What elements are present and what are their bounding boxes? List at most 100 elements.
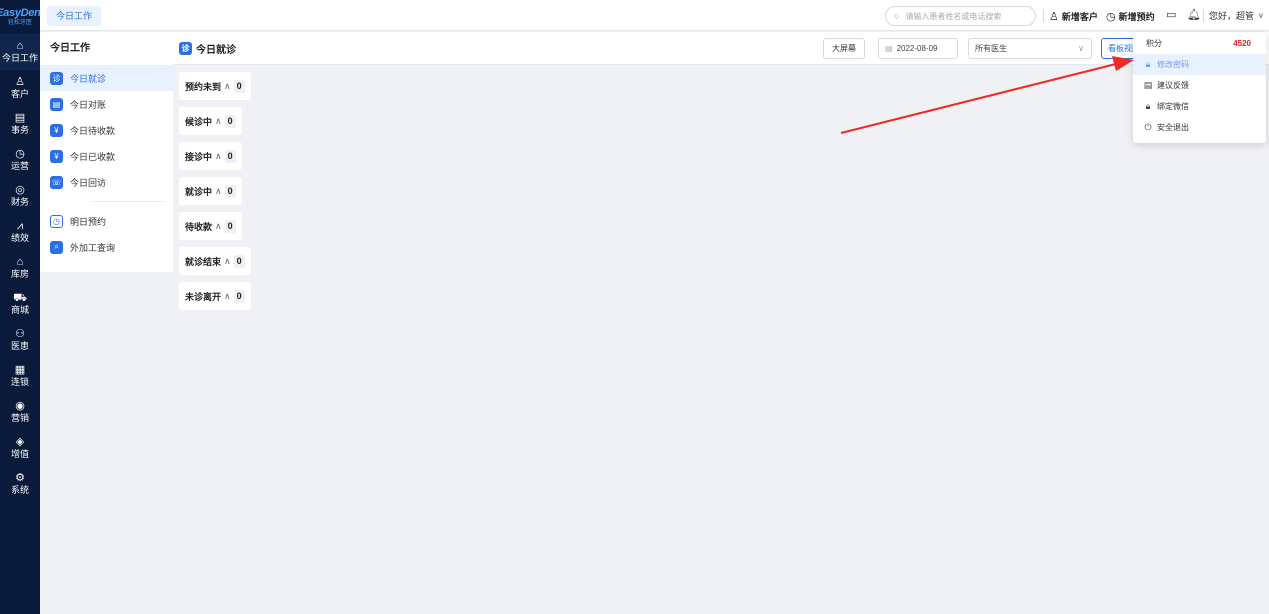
sidebar-item[interactable]: ¥ 今日已收款 bbox=[40, 143, 173, 169]
rail-label: 绩效 bbox=[10, 233, 29, 243]
rail-label: 连锁 bbox=[10, 377, 29, 387]
search-icon: ○ bbox=[894, 11, 900, 21]
chevron-up-icon: ∧ bbox=[215, 185, 222, 196]
rail-icon: ⚙ bbox=[15, 472, 25, 484]
status-card-row: 未诊离开 ∧ 0 bbox=[179, 282, 251, 317]
status-card-row: 接诊中 ∧ 0 bbox=[179, 142, 251, 177]
status-card-label: 候诊中 bbox=[185, 116, 213, 127]
feedback-icon: ▤ bbox=[1143, 80, 1153, 90]
rail-item[interactable]: ◈ 增值 bbox=[0, 430, 40, 466]
rail-label: 医患 bbox=[10, 341, 29, 351]
calendar-icon: ▤ bbox=[885, 44, 893, 53]
dropdown-item-label: 建议反馈 bbox=[1157, 81, 1189, 90]
sidebar-item-icon: ¥ bbox=[50, 123, 63, 137]
rail-label: 商城 bbox=[10, 305, 29, 315]
rail-item[interactable]: ◎ 财务 bbox=[0, 178, 40, 214]
status-card-label: 就诊中 bbox=[185, 186, 213, 197]
sidebar-title: 今日工作 bbox=[50, 43, 90, 54]
rail-label: 运营 bbox=[10, 161, 29, 171]
rail-item[interactable]: ◷ 运营 bbox=[0, 142, 40, 178]
lock-icon: 🔒︎ bbox=[1145, 59, 1151, 69]
status-cards: 预约未到 ∧ 0 候诊中 ∧ 0 接诊中 ∧ 0 就诊中 ∧ 0 待收款 ∧ 0 就诊结束 ∧ 0 未诊离开 ∧ 0 bbox=[179, 72, 251, 317]
rail-label: 客户 bbox=[10, 89, 29, 99]
rail-item[interactable]: ⚙ 系统 bbox=[0, 466, 40, 502]
status-card[interactable]: 就诊中 ∧ 0 bbox=[179, 177, 242, 205]
sidebar-item-label: 今日已收款 bbox=[70, 151, 116, 162]
status-card[interactable]: 预约未到 ∧ 0 bbox=[179, 72, 251, 100]
status-card-row: 候诊中 ∧ 0 bbox=[179, 107, 251, 142]
rail-icon: ▤ bbox=[14, 112, 26, 124]
status-card-count: 0 bbox=[224, 184, 236, 198]
dropdown-item[interactable]: 🔒︎ 绑定微信 bbox=[1133, 96, 1266, 117]
points-row: 积分 4520 bbox=[1133, 32, 1266, 54]
new-customer-label: 新增客户 bbox=[1061, 11, 1098, 22]
sidebar-item-icon: ⌕ bbox=[50, 240, 63, 254]
sidebar-item[interactable]: 诊今日就诊 bbox=[40, 65, 173, 91]
status-card-label: 未诊离开 bbox=[185, 291, 222, 302]
chevron-up-icon: ∧ bbox=[215, 220, 222, 231]
logo[interactable]: EasyDent 轻松牙医 bbox=[0, 0, 44, 34]
sidebar-item[interactable]: ◷ 明日预约 bbox=[40, 208, 173, 234]
rail-label: 营销 bbox=[10, 413, 29, 423]
user-menu-trigger[interactable]: 您好，超管 ∨ bbox=[1209, 9, 1264, 22]
status-card[interactable]: 接诊中 ∧ 0 bbox=[179, 142, 242, 170]
sidebar-item[interactable]: ¥ 今日待收款 bbox=[40, 117, 173, 143]
big-screen-button[interactable]: 大屏幕 bbox=[823, 38, 865, 59]
user-add-icon: ♙ bbox=[1049, 10, 1059, 23]
message-icon[interactable]: ▭ bbox=[1166, 8, 1176, 21]
dropdown-item[interactable]: ⏻ 安全退出 bbox=[1133, 117, 1266, 138]
rail-icon: ◷ bbox=[15, 148, 25, 160]
new-appointment-button[interactable]: ◷ 新增预约 bbox=[1106, 9, 1155, 23]
rail-item[interactable]: ⛟ 商城 bbox=[0, 286, 40, 322]
rail-item[interactable]: ◉ 营销 bbox=[0, 394, 40, 430]
top-bar: 今日工作 ○ ♙ 新增客户 ◷ 新增预约 ▭ 🔔︎ 您好，超管 ∨ bbox=[40, 0, 1269, 31]
status-card[interactable]: 未诊离开 ∧ 0 bbox=[179, 282, 251, 310]
status-card-count: 0 bbox=[233, 79, 245, 93]
rail-item[interactable]: ▦ 连锁 bbox=[0, 358, 40, 394]
chevron-up-icon: ∧ bbox=[224, 80, 231, 91]
rail-label: 事务 bbox=[10, 125, 29, 135]
rail-icon: ⩘ bbox=[16, 220, 24, 232]
rail-item[interactable]: ▤ 事务 bbox=[0, 106, 40, 142]
status-card[interactable]: 候诊中 ∧ 0 bbox=[179, 107, 242, 135]
sidebar-item[interactable]: ⌕ 外加工查询 bbox=[40, 234, 173, 260]
status-card-count: 0 bbox=[224, 149, 236, 163]
dropdown-item-label: 绑定微信 bbox=[1157, 102, 1189, 111]
page-title-label: 今日就诊 bbox=[196, 45, 236, 56]
secondary-sidebar: 今日工作 诊今日就诊 ▤ 今日对账 ¥ 今日待收款 ¥ 今日已收款 ☏ 今日回访 ◷ 明日预约 ⌕ 外… bbox=[40, 32, 173, 272]
greeting-label: 您好，超管 bbox=[1209, 11, 1255, 21]
dropdown-item[interactable]: ▤ 建议反馈 bbox=[1133, 75, 1266, 96]
date-picker[interactable]: ▤ 2022-08-09 bbox=[878, 38, 958, 59]
sidebar-item-label: 明日预约 bbox=[70, 216, 107, 227]
sidebar-item[interactable]: ☏ 今日回访 bbox=[40, 169, 173, 195]
rail-item[interactable]: ⌂ 今日工作 bbox=[0, 34, 40, 70]
status-card[interactable]: 就诊结束 ∧ 0 bbox=[179, 247, 251, 275]
status-card[interactable]: 待收款 ∧ 0 bbox=[179, 212, 242, 240]
rail-item[interactable]: ⩘ 绩效 bbox=[0, 214, 40, 250]
rail-item[interactable]: ⌂ 库房 bbox=[0, 250, 40, 286]
status-card-row: 就诊中 ∧ 0 bbox=[179, 177, 251, 212]
tab-today-work[interactable]: 今日工作 bbox=[47, 6, 102, 26]
doctor-select[interactable]: 所有医生 ∨ bbox=[968, 38, 1092, 59]
clock-add-icon: ◷ bbox=[1106, 10, 1116, 23]
chevron-up-icon: ∧ bbox=[224, 255, 231, 266]
chevron-up-icon: ∧ bbox=[224, 290, 231, 301]
bell-icon[interactable]: 🔔︎ bbox=[1187, 8, 1201, 21]
search-box[interactable]: ○ bbox=[885, 6, 1036, 26]
rail-item[interactable]: ⚇ 医患 bbox=[0, 322, 40, 358]
sidebar-item[interactable]: ▤ 今日对账 bbox=[40, 91, 173, 117]
status-card-count: 0 bbox=[233, 289, 245, 303]
dropdown-item[interactable]: 🔒︎ 修改密码 bbox=[1133, 54, 1266, 75]
search-input[interactable] bbox=[905, 11, 1026, 21]
new-customer-button[interactable]: ♙ 新增客户 bbox=[1049, 9, 1098, 23]
divider bbox=[1043, 9, 1044, 22]
status-card-row: 就诊结束 ∧ 0 bbox=[179, 247, 251, 282]
rail-icon: ⌂ bbox=[16, 40, 24, 52]
rail-label: 库房 bbox=[10, 269, 29, 279]
visit-icon: 诊 bbox=[179, 42, 192, 55]
divider bbox=[1203, 9, 1204, 22]
chevron-up-icon: ∧ bbox=[215, 115, 222, 126]
user-dropdown-menu: 积分 4520 🔒︎ 修改密码 ▤ 建议反馈 🔒︎ 绑定微信 ⏻ 安全退出 bbox=[1133, 32, 1266, 143]
rail-item[interactable]: ♙ 客户 bbox=[0, 70, 40, 106]
dropdown-item-label: 安全退出 bbox=[1157, 123, 1189, 132]
